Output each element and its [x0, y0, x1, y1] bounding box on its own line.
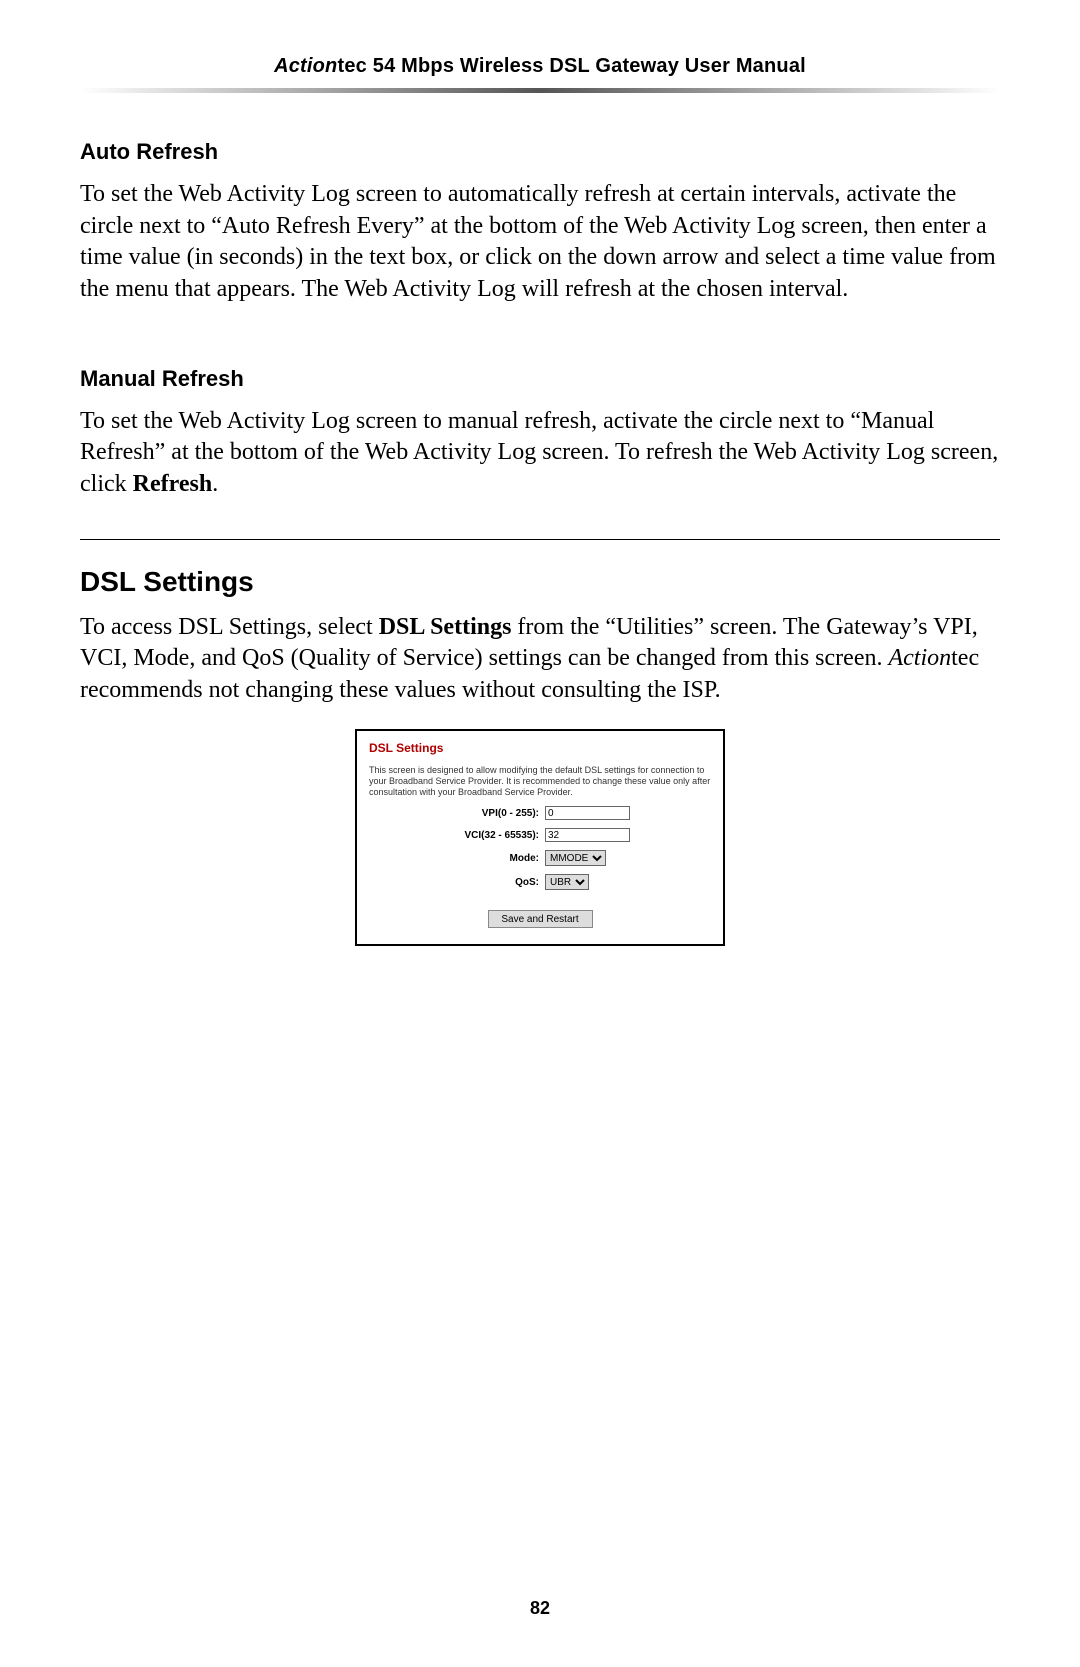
save-restart-button[interactable]: Save and Restart: [488, 910, 593, 928]
brand-italic: Action: [274, 55, 337, 77]
vci-input[interactable]: [545, 828, 630, 842]
vpi-input[interactable]: [545, 806, 630, 820]
mode-label: Mode:: [369, 853, 545, 864]
panel-title: DSL Settings: [369, 741, 711, 755]
dsl-settings-heading: DSL Settings: [80, 566, 1000, 598]
vpi-row: VPI(0 - 255):: [369, 806, 711, 820]
dsl-settings-panel: DSL Settings This screen is designed to …: [355, 729, 725, 947]
manual-body-bold: Refresh: [133, 471, 213, 497]
manual-refresh-body: To set the Web Activity Log screen to ma…: [80, 406, 1000, 501]
manual-refresh-heading: Manual Refresh: [80, 366, 1000, 392]
dsl-settings-body: To access DSL Settings, select DSL Setti…: [80, 612, 1000, 707]
qos-select[interactable]: UBR: [545, 874, 589, 890]
vci-label: VCI(32 - 65535):: [369, 830, 545, 841]
manual-page: Actiontec 54 Mbps Wireless DSL Gateway U…: [0, 0, 1080, 1667]
header-rule: [80, 88, 1000, 93]
qos-row: QoS: UBR: [369, 874, 711, 890]
manual-body-post: .: [212, 471, 218, 497]
mode-row: Mode: MMODE: [369, 850, 711, 866]
mode-select[interactable]: MMODE: [545, 850, 606, 866]
page-number: 82: [0, 1598, 1080, 1619]
auto-refresh-heading: Auto Refresh: [80, 139, 1000, 165]
auto-refresh-body: To set the Web Activity Log screen to au…: [80, 179, 1000, 306]
qos-label: QoS:: [369, 877, 545, 888]
page-header: Actiontec 54 Mbps Wireless DSL Gateway U…: [80, 55, 1000, 78]
panel-description: This screen is designed to allow modifyi…: [369, 765, 711, 799]
brand-rest: tec 54 Mbps Wireless DSL Gateway User Ma…: [337, 55, 805, 77]
vci-row: VCI(32 - 65535):: [369, 828, 711, 842]
section-divider: [80, 539, 1000, 540]
vpi-label: VPI(0 - 255):: [369, 808, 545, 819]
